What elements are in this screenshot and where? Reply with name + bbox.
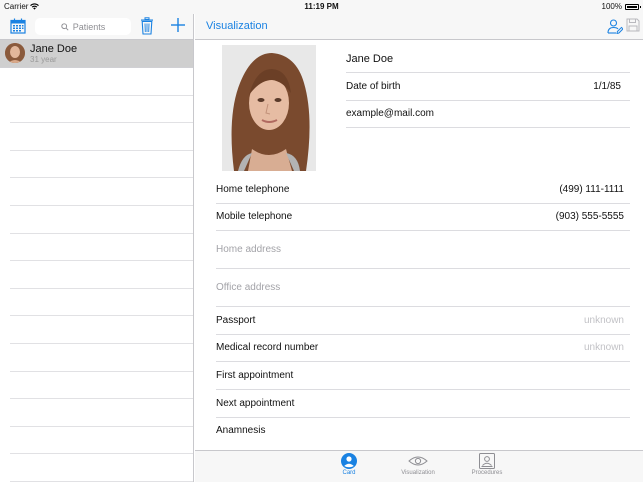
add-patient-icon[interactable] <box>171 18 185 32</box>
status-time: 11:19 PM <box>304 2 339 11</box>
patients-toolbar: Patients <box>0 14 193 40</box>
medical-record-label: Medical record number <box>216 342 319 353</box>
divider <box>216 361 630 362</box>
office-address-field[interactable]: Office address <box>216 282 280 293</box>
home-address-field[interactable]: Home address <box>216 244 281 255</box>
divider <box>216 230 630 231</box>
tab-visualization-label: Visualization <box>401 470 435 476</box>
empty-row <box>10 206 193 234</box>
divider <box>216 334 630 335</box>
passport-value[interactable]: unknown <box>584 315 624 326</box>
empty-row <box>10 289 193 317</box>
passport-label: Passport <box>216 315 256 326</box>
empty-row <box>10 234 193 262</box>
empty-row <box>10 344 193 372</box>
dob-label: Date of birth <box>346 81 401 92</box>
divider <box>216 306 630 307</box>
tab-card[interactable]: Card <box>324 453 374 476</box>
patient-name: Jane Doe <box>30 43 78 55</box>
divider <box>346 72 630 73</box>
divider <box>216 268 630 269</box>
patient-age: 31 year <box>30 55 57 64</box>
id-card-icon <box>479 453 495 469</box>
empty-row <box>10 454 193 482</box>
empty-row <box>10 178 193 206</box>
patient-detail-pane: Visualization Jane Doe Date of birth 1/1… <box>195 14 643 482</box>
edit-person-icon[interactable] <box>607 18 623 34</box>
calendar-icon[interactable] <box>10 18 26 34</box>
search-icon <box>61 22 69 31</box>
battery-icon <box>625 3 641 10</box>
patient-list-item[interactable]: Jane Doe 31 year <box>0 40 193 68</box>
divider <box>216 417 630 418</box>
status-bar: Carrier 11:19 PM 100% <box>0 0 643 14</box>
divider <box>346 127 630 128</box>
mobile-phone-label: Mobile telephone <box>216 211 293 222</box>
patient-full-name[interactable]: Jane Doe <box>346 53 393 65</box>
person-circle-icon <box>341 453 357 469</box>
battery-percent: 100% <box>601 2 622 11</box>
email-field[interactable]: example@mail.com <box>346 108 434 119</box>
patients-pane: Patients Jane Doe 31 year <box>0 14 194 482</box>
empty-row <box>10 151 193 179</box>
divider <box>216 389 630 390</box>
empty-row <box>10 123 193 151</box>
empty-row <box>10 96 193 124</box>
tab-visualization[interactable]: Visualization <box>393 453 443 476</box>
empty-row <box>10 261 193 289</box>
home-phone-value[interactable]: (499) 111-1111 <box>559 184 624 195</box>
save-icon[interactable] <box>626 18 640 32</box>
medical-record-value[interactable]: unknown <box>584 342 624 353</box>
tab-bar: Card Visualization Procedures <box>195 450 643 482</box>
divider <box>216 203 630 204</box>
empty-row <box>10 399 193 427</box>
empty-list-area <box>10 68 193 482</box>
tab-procedures[interactable]: Procedures <box>462 453 512 476</box>
empty-row <box>10 68 193 96</box>
avatar <box>5 43 25 63</box>
patient-photo[interactable] <box>222 45 316 171</box>
tab-procedures-label: Procedures <box>471 470 503 476</box>
divider <box>346 100 630 101</box>
empty-row <box>10 316 193 344</box>
mobile-phone-value[interactable]: (903) 555-5555 <box>556 211 624 222</box>
battery-indicator: 100% <box>601 2 641 11</box>
empty-row <box>10 372 193 400</box>
visualization-link[interactable]: Visualization <box>206 20 268 32</box>
trash-icon[interactable] <box>140 17 154 35</box>
detail-navbar: Visualization <box>195 14 643 40</box>
first-appointment-field[interactable]: First appointment <box>216 370 293 381</box>
next-appointment-field[interactable]: Next appointment <box>216 398 294 409</box>
home-phone-label: Home telephone <box>216 184 290 195</box>
dob-value[interactable]: 1/1/85 <box>593 81 621 92</box>
tab-card-label: Card <box>342 470 356 476</box>
patients-search-field[interactable]: Patients <box>35 18 131 35</box>
eye-icon <box>408 456 428 466</box>
empty-row <box>10 427 193 455</box>
search-placeholder: Patients <box>72 21 106 32</box>
anamnesis-field[interactable]: Anamnesis <box>216 425 265 436</box>
